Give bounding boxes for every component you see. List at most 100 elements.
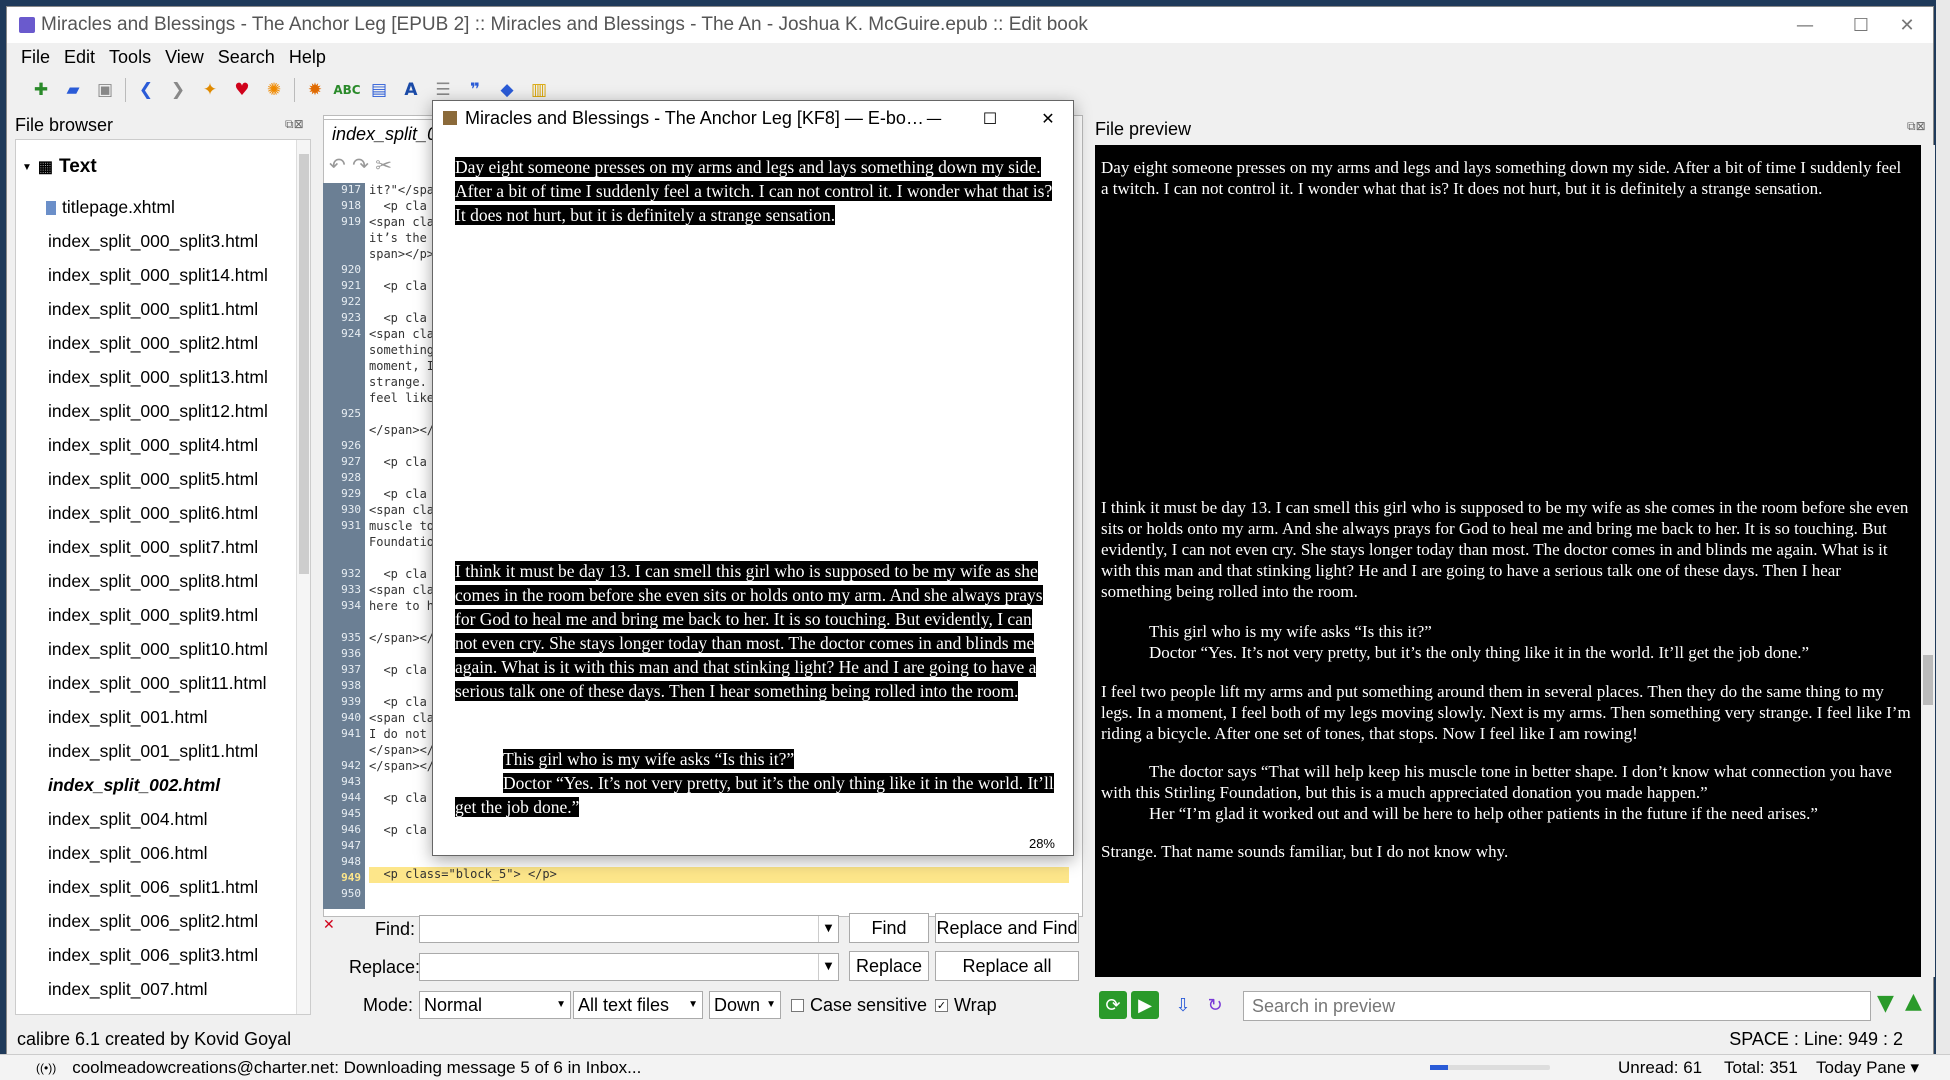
code-line[interactable]: <span cla [369, 583, 434, 597]
reports-icon[interactable]: ▤ [367, 78, 391, 102]
code-line[interactable]: </span></ [369, 743, 434, 757]
refresh-icon[interactable]: ↻ [1201, 991, 1229, 1019]
code-line[interactable]: strange. [369, 375, 427, 389]
code-line[interactable]: <p cla [369, 311, 426, 325]
code-line[interactable]: <p cla [369, 663, 426, 677]
sync-icon[interactable]: ⇩ [1169, 991, 1197, 1019]
code-line[interactable]: feel like [369, 391, 434, 405]
code-line[interactable]: <p cla [369, 567, 426, 581]
replace-all-button[interactable]: Replace all [935, 951, 1079, 981]
file-item[interactable]: index_split_004.html [16, 802, 296, 836]
file-item[interactable]: index_split_000_split14.html [16, 258, 296, 292]
case-sensitive-checkbox[interactable]: Case sensitive [791, 995, 927, 1016]
checkbox-box-checked[interactable]: ✓ [935, 999, 948, 1012]
code-line[interactable]: <p cla [369, 695, 426, 709]
file-tree-root[interactable]: ▼ ▦ Text [22, 156, 97, 178]
menu-file[interactable]: File [21, 47, 50, 68]
preview-scrollbar[interactable] [1921, 145, 1935, 977]
file-item[interactable]: index_split_000_split6.html [16, 496, 296, 530]
code-line[interactable]: here to h [369, 599, 434, 613]
previous-match-icon[interactable]: ▲ [1905, 989, 1922, 1014]
chart-icon[interactable]: ▥ [527, 78, 551, 102]
scroll-thumb[interactable] [1923, 655, 1933, 705]
save-icon[interactable]: ▣ [93, 78, 117, 102]
find-input[interactable]: ▼ [419, 915, 839, 943]
back-icon[interactable]: ❮ [134, 78, 158, 102]
donate-heart-icon[interactable]: ♥ [230, 78, 254, 102]
code-line[interactable]: <p cla [369, 823, 426, 837]
file-preview[interactable]: Day eight someone presses on my arms and… [1095, 145, 1923, 977]
scroll-thumb[interactable] [299, 154, 309, 574]
file-item[interactable]: index_split_006_split2.html [16, 904, 296, 938]
code-line[interactable]: <span cla [369, 215, 434, 229]
file-item[interactable]: index_split_000_split8.html [16, 564, 296, 598]
forward-icon[interactable]: ❯ [166, 78, 190, 102]
file-item[interactable]: index_split_006_split1.html [16, 870, 296, 904]
code-line[interactable]: span></p> [369, 247, 434, 261]
popup-minimize-button[interactable]: — [907, 103, 961, 133]
replace-input[interactable]: ▼ [419, 953, 839, 981]
spell-check-icon[interactable]: ABC [333, 78, 360, 102]
file-item[interactable]: index_split_000_split13.html [16, 360, 296, 394]
file-item[interactable]: index_split_007.html [16, 972, 296, 1006]
code-line[interactable]: muscle to [369, 519, 434, 533]
menu-search[interactable]: Search [218, 47, 275, 68]
editor-tab[interactable]: index_split_0 [323, 119, 433, 147]
direction-select[interactable]: Down ▼ [709, 991, 781, 1019]
code-line[interactable]: <span cla [369, 327, 434, 341]
file-item[interactable]: index_split_002.html [16, 768, 296, 802]
code-line[interactable]: it?"</spa [369, 183, 434, 197]
file-item[interactable]: index_split_001_split1.html [16, 734, 296, 768]
file-item[interactable]: index_split_000_split11.html [16, 666, 296, 700]
file-item[interactable]: titlepage.xhtml [16, 190, 296, 224]
file-item[interactable]: index_split_006.html [16, 836, 296, 870]
menu-help[interactable]: Help [289, 47, 326, 68]
mode-select[interactable]: Normal ▼ [419, 991, 571, 1019]
file-item[interactable]: index_split_006_split3.html [16, 938, 296, 972]
file-item[interactable]: index_split_000_split2.html [16, 326, 296, 360]
find-history-dropdown[interactable]: ▼ [818, 916, 838, 942]
code-line[interactable]: <span cla [369, 711, 434, 725]
current-code-line[interactable]: <p class="block_5"> </p> [369, 867, 556, 881]
code-line[interactable]: </span></ [369, 759, 434, 773]
today-pane-toggle[interactable]: Today Pane ▾ [1816, 1058, 1919, 1078]
file-item[interactable]: index_split_000_split1.html [16, 292, 296, 326]
code-line[interactable]: </span></ [369, 423, 434, 437]
open-book-icon[interactable]: ▰ [61, 78, 85, 102]
auto-reload-icon[interactable]: ⟳ [1099, 991, 1127, 1019]
code-line[interactable]: </span></ [369, 631, 434, 645]
play-icon[interactable]: ▶ [1131, 991, 1159, 1019]
code-line[interactable]: <p cla [369, 199, 426, 213]
new-file-icon[interactable]: ✚ [29, 78, 53, 102]
toc-icon[interactable]: ☰ [431, 78, 455, 102]
file-item[interactable]: index_split_000_split3.html [16, 224, 296, 258]
replace-button[interactable]: Replace [849, 951, 929, 981]
code-line[interactable]: <p cla [369, 487, 426, 501]
code-line[interactable]: <p cla [369, 279, 426, 293]
file-item[interactable]: index_split_000_split4.html [16, 428, 296, 462]
collapse-icon[interactable]: ▼ [22, 162, 32, 173]
code-line[interactable]: moment, I [369, 359, 434, 373]
code-line[interactable]: something [369, 343, 434, 357]
code-line[interactable]: <p cla [369, 791, 426, 805]
find-button[interactable]: Find [849, 913, 929, 943]
dock-float-icon[interactable]: ⧉⊠ [285, 117, 304, 132]
code-line[interactable]: Foundatio [369, 535, 434, 549]
code-line[interactable]: it’s the [369, 231, 434, 245]
undo-icon[interactable]: ↶ ↷ ✂ [329, 153, 392, 177]
minimize-button[interactable]: — [1777, 7, 1833, 43]
quote-icon[interactable]: ❞ [463, 78, 487, 102]
menu-view[interactable]: View [165, 47, 204, 68]
file-item[interactable]: index_split_000_split7.html [16, 530, 296, 564]
menu-edit[interactable]: Edit [64, 47, 95, 68]
reload-icon[interactable]: ✺ [262, 78, 286, 102]
file-item[interactable]: index_split_000_split5.html [16, 462, 296, 496]
file-browser-scrollbar[interactable] [296, 140, 310, 1014]
popup-maximize-button[interactable]: ☐ [963, 103, 1017, 133]
wrap-checkbox[interactable]: ✓ Wrap [935, 995, 997, 1016]
file-item[interactable]: index_split_000_split9.html [16, 598, 296, 632]
dock-float-icon[interactable]: ⧉⊠ [1907, 119, 1926, 134]
file-item[interactable]: index_split_000_split12.html [16, 394, 296, 428]
checkpoint-icon[interactable]: ✦ [198, 78, 222, 102]
file-item[interactable]: index_split_000_split10.html [16, 632, 296, 666]
